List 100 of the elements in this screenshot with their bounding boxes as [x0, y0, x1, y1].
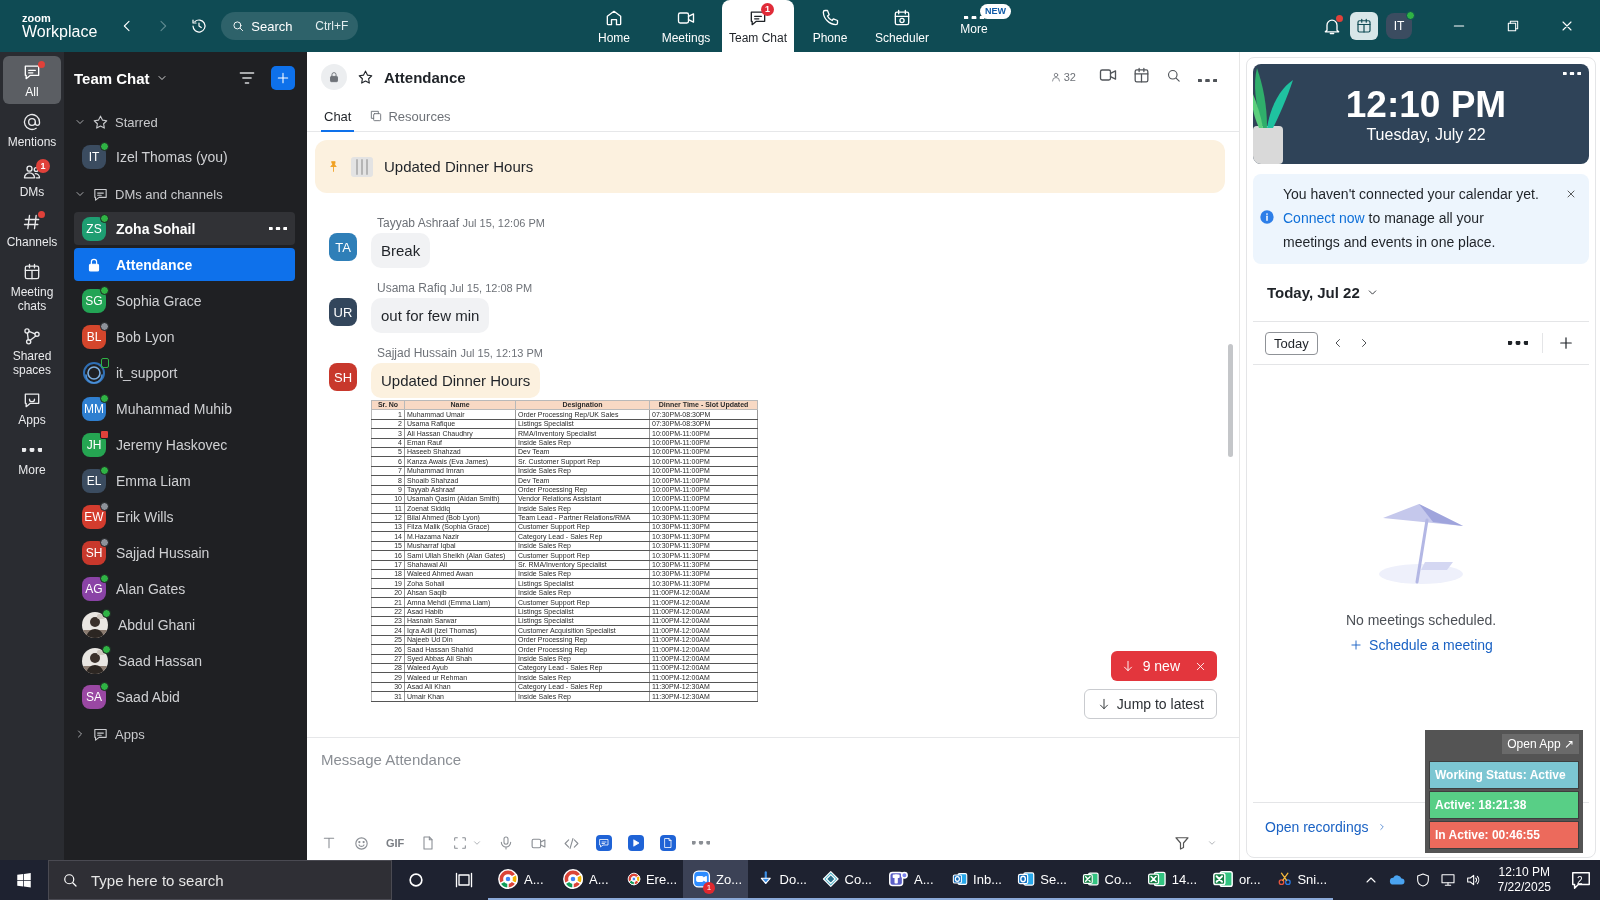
taskbar-app[interactable]: A... — [553, 860, 618, 900]
taskbar-app[interactable]: Co... — [813, 860, 878, 900]
calendar-icon[interactable] — [1132, 65, 1151, 85]
new-messages-button[interactable]: 9 new — [1110, 651, 1217, 681]
chat-item[interactable]: MM Muhammad Muhib — [74, 392, 295, 425]
taskbar-search-input[interactable]: Type here to search — [91, 871, 371, 889]
avatar[interactable]: SH — [329, 363, 357, 391]
app-icon[interactable] — [596, 835, 613, 851]
taskbar-app[interactable]: 14... — [1138, 860, 1203, 900]
rail-item[interactable]: Mentions — [3, 106, 61, 154]
avatar: MM — [82, 396, 106, 421]
chat-item[interactable]: AG Alan Gates — [74, 572, 295, 605]
chat-item[interactable]: SG Sophia Grace — [74, 284, 295, 317]
nav-tab[interactable]: Meetings — [650, 0, 722, 52]
new-chat-button[interactable] — [271, 66, 295, 90]
taskbar-app[interactable]: A... — [488, 860, 553, 900]
chat-item[interactable]: Abdul Ghani — [74, 608, 295, 641]
pinned-message-banner[interactable]: Updated Dinner Hours — [315, 140, 1225, 193]
chat-item[interactable]: SH Sajjad Hussain — [74, 536, 295, 569]
taskbar-app[interactable]: Co... — [1073, 860, 1138, 900]
nav-tab[interactable]: Home — [578, 0, 650, 52]
nav-tab[interactable]: Scheduler — [866, 0, 938, 52]
add-icon[interactable] — [1557, 334, 1575, 352]
status-row: Working Status: Active — [1429, 761, 1579, 789]
app-icon[interactable] — [660, 835, 677, 851]
taskbar-app[interactable]: Sni... — [1268, 860, 1333, 900]
screenshot-icon[interactable] — [452, 835, 469, 851]
taskbar-app[interactable]: Se... — [1008, 860, 1073, 900]
message-meta: Sajjad Hussain Jul 15, 12:13 PM — [376, 346, 544, 360]
chat-item[interactable]: SA Saad Abid — [74, 680, 295, 713]
calendar-icon — [1355, 17, 1373, 35]
circle-icon[interactable] — [406, 870, 426, 890]
star-icon[interactable] — [357, 68, 374, 86]
avatar: SA — [82, 684, 106, 709]
avatar[interactable]: UR — [329, 298, 357, 326]
taskbar-app[interactable]: Do... — [748, 860, 813, 900]
close-icon[interactable] — [1565, 188, 1577, 200]
gif-button[interactable]: GIF — [386, 837, 405, 849]
more-dots-icon[interactable] — [1198, 78, 1217, 82]
chat-item[interactable]: EW Erik Wills — [74, 500, 295, 533]
network-icon[interactable] — [1439, 872, 1456, 888]
rail-item[interactable]: Shared spaces — [3, 320, 61, 382]
search-field[interactable]: Search Ctrl+F — [221, 12, 359, 40]
date-picker[interactable]: Today, Jul 22 — [1253, 264, 1589, 322]
open-recordings-link[interactable]: Open recordings — [1265, 819, 1387, 835]
panel-title[interactable]: Team Chat — [74, 69, 168, 87]
scrollbar[interactable] — [1228, 344, 1233, 457]
tab[interactable]: Chat — [321, 102, 355, 132]
nav-tab[interactable]: 1 Team Chat — [722, 0, 794, 52]
rail-item[interactable]: Apps — [3, 384, 61, 432]
spreadsheet-image[interactable] — [371, 400, 758, 702]
count-badge: 1 — [703, 882, 715, 894]
taskbar-app[interactable]: Inb... — [943, 860, 1008, 900]
channel-item[interactable]: Attendance — [74, 248, 295, 281]
taskbar-app[interactable]: Zo... 1 — [683, 860, 748, 900]
avatar[interactable]: TA — [329, 233, 357, 261]
app-icon[interactable] — [628, 835, 645, 851]
windows-logo-icon[interactable] — [15, 871, 33, 889]
tab[interactable]: Resources — [366, 102, 454, 132]
emoji-icon[interactable] — [353, 834, 370, 852]
chat-item[interactable]: Saad Hassan — [74, 644, 295, 677]
section-header[interactable]: Starred — [74, 104, 295, 140]
shield-icon[interactable] — [1414, 872, 1431, 888]
rail-item[interactable]: Channels — [3, 206, 61, 254]
open-app-button[interactable]: Open App ↗ — [1502, 734, 1579, 754]
history-icon[interactable] — [190, 17, 209, 35]
more-dots-icon[interactable] — [1508, 341, 1528, 345]
taskbar-search-field[interactable]: Type here to search — [48, 860, 392, 900]
section-header[interactable]: Apps — [74, 716, 295, 752]
avatar[interactable]: IT — [1386, 13, 1412, 39]
schedule-meeting-link[interactable]: Schedule a meeting — [1343, 636, 1499, 654]
rail-item[interactable]: More — [3, 434, 61, 482]
calendar-button[interactable] — [1350, 12, 1378, 40]
taskbar-app[interactable]: A... — [878, 860, 943, 900]
today-button[interactable]: Today — [1265, 331, 1318, 355]
jump-to-latest-button[interactable]: Jump to latest — [1083, 689, 1217, 719]
more-dots-icon[interactable] — [692, 841, 711, 845]
task-view-icon[interactable] — [454, 870, 474, 890]
section-header[interactable]: DMs and channels — [74, 176, 295, 212]
speaker-icon[interactable] — [1464, 872, 1481, 888]
restore-icon[interactable] — [1505, 18, 1521, 34]
chat-item[interactable]: EL Emma Liam — [74, 464, 295, 497]
rail-item[interactable]: 1 DMs — [3, 156, 61, 204]
count-badge: 1 — [761, 3, 774, 16]
more-dots-icon[interactable] — [1563, 72, 1581, 76]
nav-tab[interactable]: Phone — [794, 0, 866, 52]
rail-item[interactable]: Meeting chats — [3, 256, 61, 318]
chat-item[interactable]: BL Bob Lyon — [74, 320, 295, 353]
chat-item[interactable]: JH Jeremy Haskovec — [74, 428, 295, 461]
more-dots-icon[interactable] — [269, 226, 287, 231]
nav-tab[interactable]: NEW More — [938, 0, 1010, 52]
taskbar-clock[interactable]: 12:10 PM 7/22/2025 — [1489, 865, 1559, 895]
taskbar-app[interactable]: or... — [1203, 860, 1268, 900]
connect-link[interactable]: Connect now — [1283, 210, 1365, 226]
members-count[interactable]: 32 — [1049, 71, 1076, 83]
chat-item[interactable]: ZS Zoha Sohail — [74, 212, 295, 245]
rail-item[interactable]: All — [3, 56, 61, 104]
chat-item[interactable]: IT Izel Thomas (you) — [74, 140, 295, 173]
chat-item[interactable]: it_support — [74, 356, 295, 389]
search-input[interactable]: Search — [251, 18, 310, 34]
